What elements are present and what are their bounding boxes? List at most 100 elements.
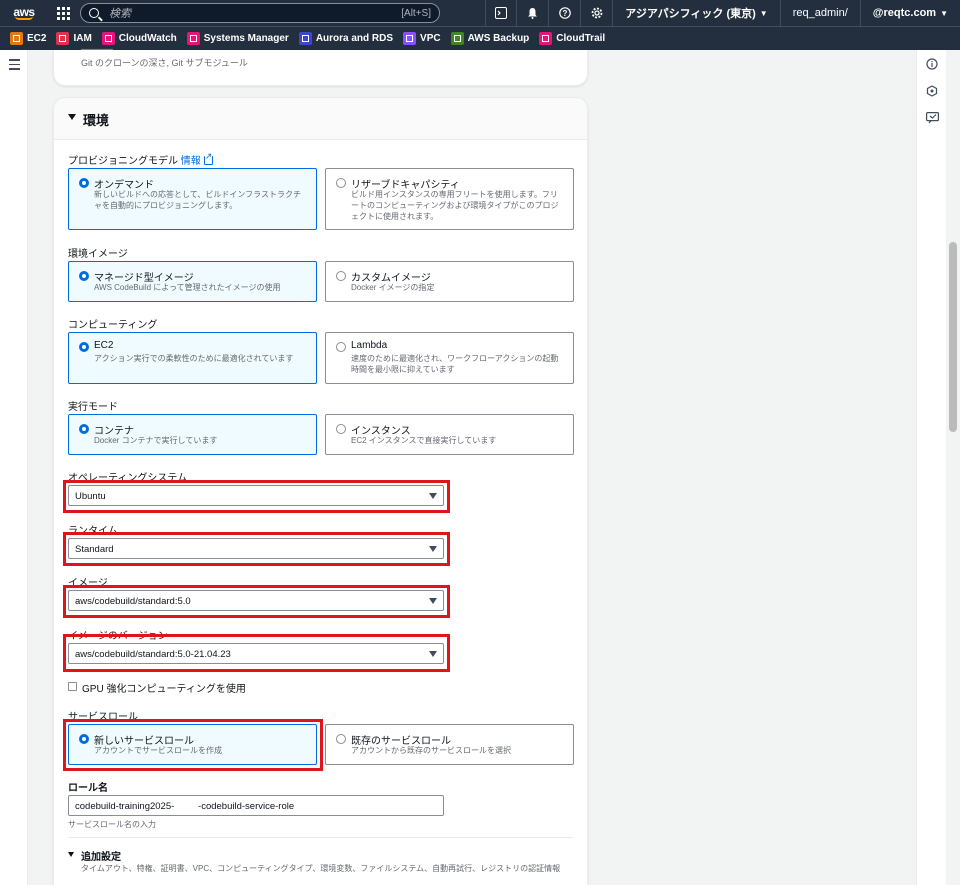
provisioning-on-demand-option[interactable]: オンデマンド 新しいビルドへの応答として、ビルドインフラストラクチャを自動的にプ… (68, 168, 317, 230)
divider (68, 837, 573, 838)
favorite-label: Systems Manager (203, 33, 289, 44)
option-description: ビルド用インスタンスの専用フリートを使用します。フリートのコンピューティングおよ… (351, 190, 559, 221)
radio-button[interactable] (336, 424, 346, 434)
ec2-icon (10, 32, 23, 45)
radio-button[interactable] (336, 178, 346, 188)
favorite-label: EC2 (27, 33, 47, 44)
chevron-down-icon: ▼ (940, 8, 948, 18)
option-description: AWS CodeBuild によって管理されたイメージの使用 (94, 283, 281, 292)
option-description: アクション実行での柔軟性のために最適化されています (94, 354, 294, 363)
aws-logo[interactable]: aws (0, 0, 48, 26)
account-menu[interactable]: req_admin/ (781, 0, 861, 26)
option-description: Docker イメージの指定 (351, 283, 435, 292)
favorite-label: Aurora and RDS (315, 33, 394, 44)
favorite-aurora-and-rds[interactable]: Aurora and RDS (298, 32, 394, 45)
hamburger-menu-icon[interactable] (9, 59, 20, 73)
radio-button[interactable] (79, 424, 89, 434)
backup-icon (450, 32, 464, 45)
user-menu[interactable]: @reqtc.com ▼ (861, 0, 960, 26)
favorite-cloudtrail[interactable]: CloudTrail (539, 32, 605, 45)
top-navigation: aws 検索 [Alt+S] ? アジアパシフィック (東京) ▼ req_adm… (0, 0, 960, 26)
radio-button[interactable] (336, 342, 346, 352)
radio-button[interactable] (336, 271, 346, 281)
settings-gear-icon[interactable] (581, 0, 614, 26)
compute-ec2-option[interactable]: EC2 アクション実行での柔軟性のために最適化されています (68, 332, 317, 384)
search-placeholder: 検索 (109, 8, 131, 20)
highlight-box (63, 532, 450, 566)
systems-manager-icon (186, 32, 200, 45)
services-menu-icon[interactable] (52, 0, 74, 26)
radio-button[interactable] (79, 178, 89, 188)
option-title: EC2 (94, 340, 114, 351)
hexagon-icon[interactable] (925, 84, 939, 98)
favorite-cloudwatch[interactable]: CloudWatch (101, 32, 177, 45)
favorite-label: IAM (73, 33, 92, 44)
right-tools-strip (916, 50, 946, 885)
region-label: アジアパシフィック (東京) (625, 8, 756, 20)
external-link-icon[interactable] (203, 152, 213, 165)
info-link[interactable]: 情報 (181, 156, 201, 167)
compute-lambda-option[interactable]: Lambda 速度のために最適化され、ワークフローアクションの起動時間を最小限に… (325, 332, 574, 384)
run-mode-label: 実行モード (68, 402, 118, 413)
radio-button[interactable] (79, 342, 89, 352)
cloudtrail-icon (539, 32, 553, 45)
prev-section-description: Git のクローンの深さ, Git サブモジュール (81, 58, 248, 68)
rds-icon (298, 32, 312, 45)
account-label: req_admin/ (792, 7, 848, 19)
feedback-icon[interactable] (925, 111, 939, 125)
additional-config-toggle[interactable]: 追加設定 (81, 848, 121, 863)
compute-label: コンピューティング (68, 320, 158, 331)
favorite-label: AWS Backup (467, 33, 530, 44)
source-section-card: ───── Git のクローンの深さ, Git サブモジュール (53, 44, 588, 86)
cloudshell-icon[interactable] (485, 0, 518, 26)
custom-image-option[interactable]: カスタムイメージ Docker イメージの指定 (325, 261, 574, 302)
additional-config-description: タイムアウト、特権、証明書、VPC、コンピューティングタイプ、環境変数、ファイル… (81, 864, 561, 873)
user-label: @reqtc.com (872, 7, 937, 19)
search-icon (89, 8, 99, 18)
caret-down-icon[interactable] (68, 852, 74, 857)
region-selector[interactable]: アジアパシフィック (東京) ▼ (613, 0, 781, 26)
provisioning-model-label: プロビジョニングモデル 情報 (68, 152, 213, 167)
role-name-hint: サービスロール名の入力 (68, 820, 156, 829)
favorite-ec2[interactable]: EC2 (10, 32, 46, 45)
option-description: 新しいビルドへの応答として、ビルドインフラストラクチャを自動的にプロビジョニング… (94, 190, 301, 210)
page-scrollbar[interactable] (946, 50, 960, 885)
highlight-box (63, 585, 450, 618)
provisioning-reserved-option[interactable]: リザーブドキャパシティ ビルド用インスタンスの専用フリートを使用します。フリート… (325, 168, 574, 230)
managed-image-option[interactable]: マネージド型イメージ AWS CodeBuild によって管理されたイメージの使… (68, 261, 317, 302)
input-value: codebuild-training2025- -codebuild-servi… (75, 801, 295, 812)
radio-button[interactable] (79, 271, 89, 281)
run-mode-instance-option[interactable]: インスタンス EC2 インスタンスで直接実行しています (325, 414, 574, 455)
environment-section-header[interactable]: 環境 (54, 98, 587, 140)
prev-section-fragment: ───── (81, 44, 113, 54)
highlight-box (63, 480, 450, 513)
run-mode-container-option[interactable]: コンテナ Docker コンテナで実行しています (68, 414, 317, 455)
option-title: Lambda (351, 340, 388, 351)
favorite-label: VPC (420, 33, 441, 44)
favorite-systems-manager[interactable]: Systems Manager (186, 32, 289, 45)
svg-text:?: ? (562, 9, 567, 18)
notifications-bell-icon[interactable] (517, 0, 550, 26)
scrollbar-thumb[interactable] (949, 242, 957, 432)
search-shortcut: [Alt+S] (401, 7, 431, 19)
aws-logo-smile (15, 16, 33, 20)
vpc-icon (403, 32, 417, 45)
gpu-checkbox-label[interactable]: GPU 強化コンピューティングを使用 (82, 680, 246, 695)
option-description: Docker コンテナで実行しています (94, 436, 218, 445)
existing-service-role-option[interactable]: 既存のサービスロール アカウントから既存のサービスロールを選択 (325, 724, 574, 765)
search-bar[interactable]: 検索 [Alt+S] (80, 3, 440, 23)
highlight-box (63, 719, 323, 771)
info-panel-icon[interactable] (925, 57, 939, 71)
environment-image-label: 環境イメージ (68, 249, 128, 260)
radio-button[interactable] (336, 734, 346, 744)
option-description: EC2 インスタンスで直接実行しています (351, 436, 497, 445)
favorite-aws-backup[interactable]: AWS Backup (450, 32, 530, 45)
help-icon[interactable]: ? (549, 0, 582, 26)
favorite-vpc[interactable]: VPC (403, 32, 441, 45)
option-description: アカウントから既存のサービスロールを選択 (351, 746, 511, 755)
chevron-down-icon: ▼ (759, 8, 768, 18)
role-name-input[interactable]: codebuild-training2025- -codebuild-servi… (68, 795, 444, 816)
caret-down-icon (68, 114, 76, 120)
gpu-checkbox[interactable] (68, 682, 77, 691)
option-description: 速度のために最適化され、ワークフローアクションの起動時間を最小限に抑えています (351, 354, 559, 374)
